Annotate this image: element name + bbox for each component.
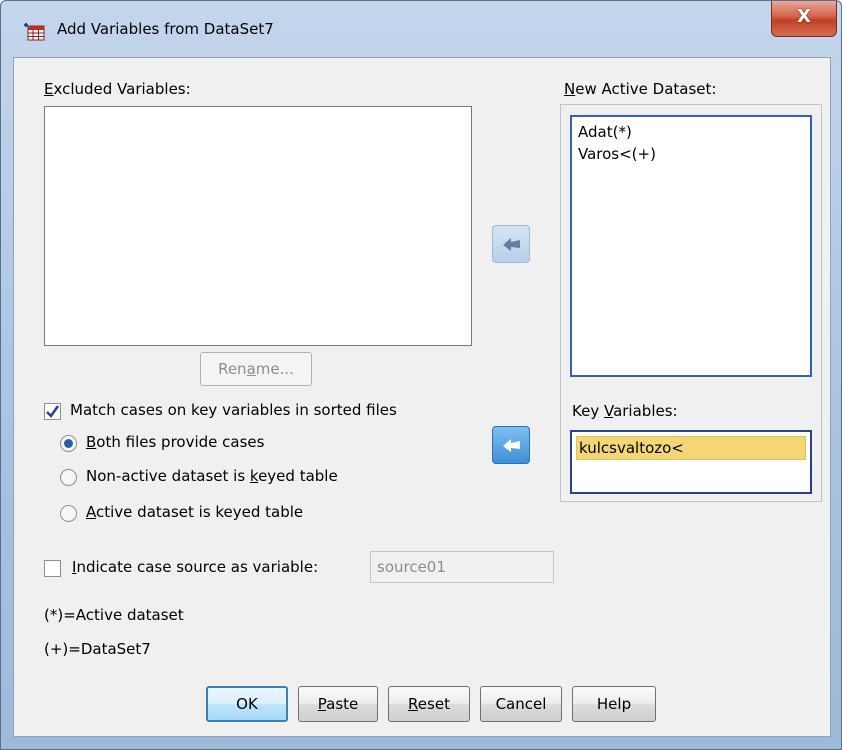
ok-button[interactable]: OK xyxy=(206,686,288,722)
close-icon: X xyxy=(797,6,811,27)
add-variables-app-icon xyxy=(23,21,45,41)
list-item[interactable]: Varos<(+) xyxy=(572,143,810,165)
help-button[interactable]: Help xyxy=(572,686,656,722)
legend-dataset7: (+)=DataSet7 xyxy=(44,640,151,658)
window-title: Add Variables from DataSet7 xyxy=(57,20,274,38)
move-to-key-variables-button[interactable] xyxy=(492,426,530,464)
excluded-variables-label: Excluded Variables: xyxy=(44,80,191,98)
arrow-left-icon xyxy=(503,238,520,251)
rename-button[interactable]: Rename... xyxy=(200,352,312,386)
radio-active-keyed[interactable] xyxy=(60,505,77,522)
dialog-body: Excluded Variables: Rename... New Active… xyxy=(13,57,831,737)
radio-active-keyed-label[interactable]: Active dataset is keyed table xyxy=(86,503,303,521)
list-item[interactable]: kulcsvaltozo< xyxy=(576,436,806,460)
paste-button[interactable]: Paste xyxy=(298,686,378,722)
radio-both-files[interactable] xyxy=(60,435,77,452)
dialog-window: Add Variables from DataSet7 X Excluded V… xyxy=(0,0,842,750)
close-button[interactable]: X xyxy=(771,1,837,37)
radio-dot xyxy=(64,439,73,448)
indicate-case-source-checkbox[interactable] xyxy=(44,560,61,577)
indicate-case-source-label[interactable]: Indicate case source as variable: xyxy=(72,558,318,576)
list-item[interactable]: Adat(*) xyxy=(572,121,810,143)
title-bar[interactable]: Add Variables from DataSet7 X xyxy=(1,1,841,57)
check-icon xyxy=(46,405,60,418)
move-to-active-dataset-button[interactable] xyxy=(492,225,530,263)
new-active-dataset-label: New Active Dataset: xyxy=(564,80,717,98)
new-active-dataset-list[interactable]: Adat(*) Varos<(+) xyxy=(570,115,812,377)
reset-button[interactable]: Reset xyxy=(388,686,470,722)
source-variable-input[interactable]: source01 xyxy=(370,551,554,583)
cancel-button[interactable]: Cancel xyxy=(480,686,562,722)
match-cases-checkbox[interactable] xyxy=(44,403,61,420)
match-cases-label[interactable]: Match cases on key variables in sorted f… xyxy=(70,401,397,419)
radio-non-active-keyed-label[interactable]: Non-active dataset is keyed table xyxy=(86,467,338,485)
radio-both-files-label[interactable]: Both files provide cases xyxy=(86,433,264,451)
arrow-left-icon xyxy=(503,439,520,452)
excluded-variables-list[interactable] xyxy=(44,106,472,346)
key-variables-list[interactable]: kulcsvaltozo< xyxy=(570,430,812,494)
radio-non-active-keyed[interactable] xyxy=(60,469,77,486)
key-variables-label: Key Variables: xyxy=(572,402,678,420)
legend-active-dataset: (*)=Active dataset xyxy=(44,606,184,624)
